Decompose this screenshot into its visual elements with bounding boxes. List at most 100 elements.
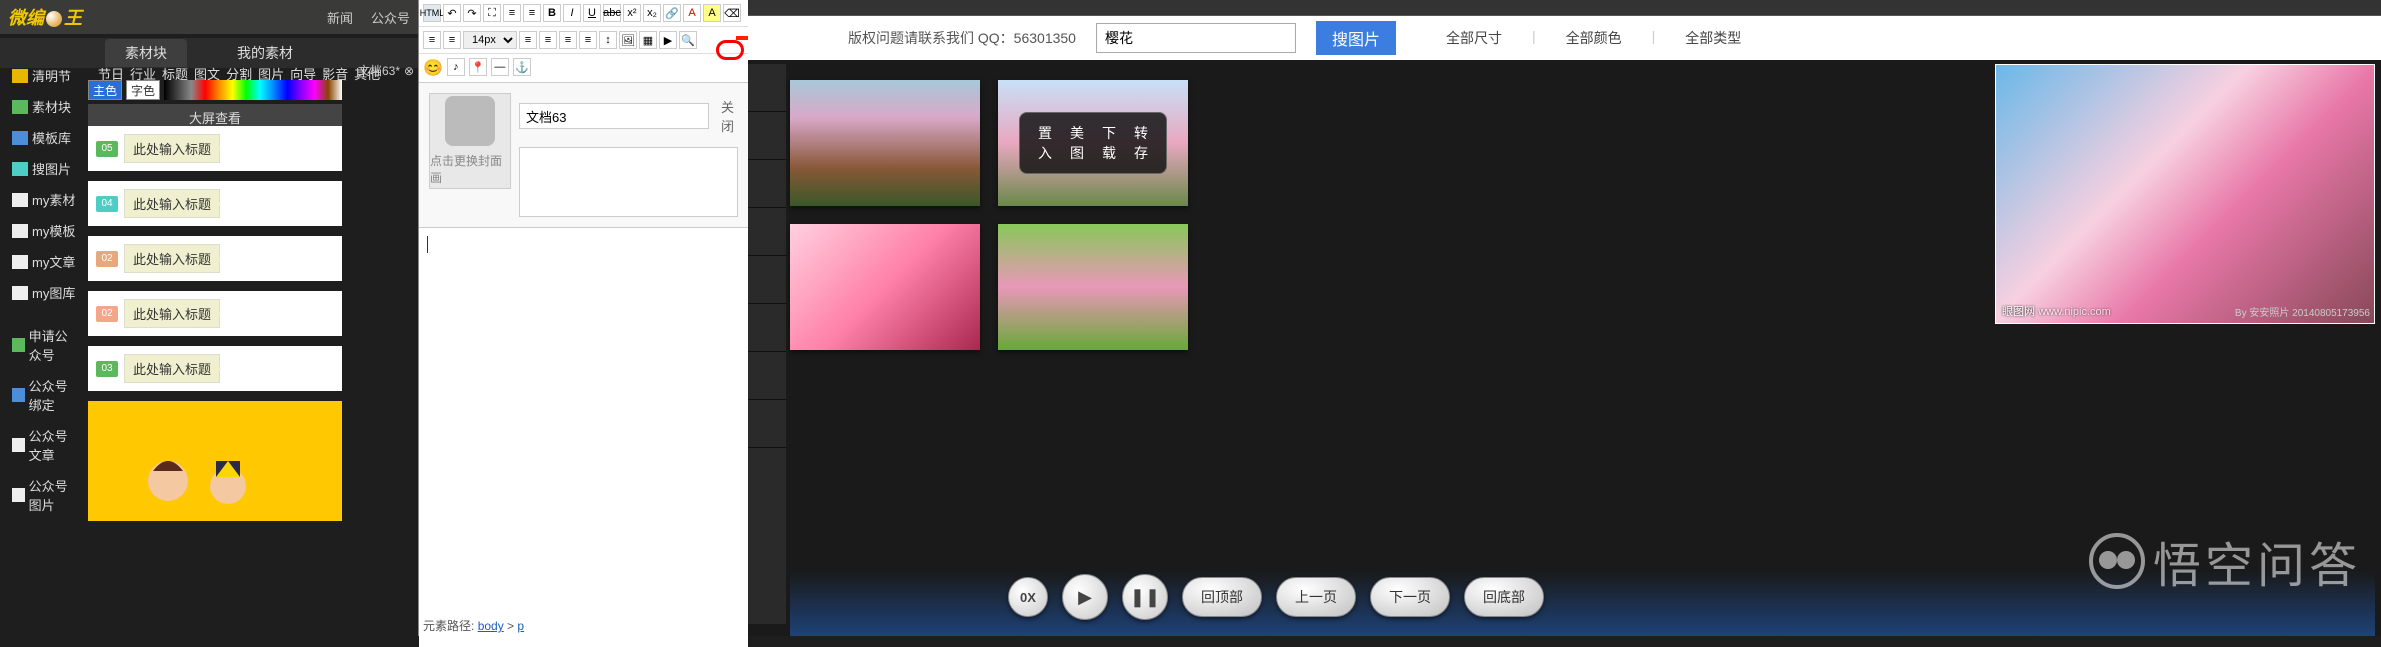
sidebar-item-search-img[interactable]: 搜图片 [8,153,84,184]
action-save[interactable]: 转存 [1134,123,1148,163]
outdent-button[interactable]: ≡ [503,4,521,22]
search-button[interactable]: 搜图片 [1316,21,1396,55]
pause-button[interactable]: ❚❚ [1122,574,1168,620]
cover-hint: 点击更换封面画 [430,152,510,186]
filter-color[interactable]: 全部颜色 [1566,28,1622,48]
action-beautify[interactable]: 美图 [1070,123,1084,163]
font-size-select[interactable]: 14px [463,31,517,49]
fullscreen-button[interactable]: ⛶ [483,4,501,22]
italic-button[interactable]: I [563,4,581,22]
menu-gzh[interactable]: 公众号 [371,8,410,27]
prev-page-button[interactable]: 上一页 [1276,577,1356,617]
editor-toolbar-2: ≡ ≡ 14px ≡ ≡ ≡ ≡ ↕ 🖼 ▦ ▶ 🔍 [419,27,748,54]
goto-bottom-button[interactable]: 回底部 [1464,577,1544,617]
left-thumb-strip[interactable] [748,64,786,624]
close-icon[interactable]: ⊗ [404,64,414,78]
sub-button[interactable]: x₂ [643,4,661,22]
ul-button[interactable]: ≡ [443,31,461,49]
editor-toolbar-1: HTML ↶ ↷ ⛶ ≡ ≡ B I U abc x² x₂ 🔗 A A ⌫ [419,0,748,27]
sidebar-item-apply-gzh[interactable]: 申请公众号 [8,320,84,370]
article-title-input[interactable] [519,103,709,129]
doc-icon [12,255,28,269]
color-palette[interactable] [164,80,342,100]
action-insert[interactable]: 置入 [1038,123,1052,163]
goto-top-button[interactable]: 回顶部 [1182,577,1262,617]
sidebar-label: my图库 [32,283,75,302]
search-bar: 版权问题请联系我们 QQ：56301350 搜图片 全部尺寸| 全部颜色| 全部… [748,16,2381,60]
cover-picker[interactable]: 点击更换封面画 [429,93,511,189]
pager-controls: 0X ▶ ❚❚ 回顶部 上一页 下一页 回底部 [1008,574,1544,620]
result-thumb[interactable] [998,224,1188,350]
music-button[interactable]: ♪ [447,58,465,76]
sidebar-item-my-gallery[interactable]: my图库 [8,277,84,308]
sidebar-item-gzh-image[interactable]: 公众号图片 [8,470,84,520]
sidebar-item-qingming[interactable]: 清明节 [8,60,84,91]
sidebar-item-gzh-article[interactable]: 公众号文章 [8,420,84,470]
sidebar-item-my-material[interactable]: my素材 [8,184,84,215]
underline-button[interactable]: U [583,4,601,22]
search-image-button[interactable]: 🔍 [679,31,697,49]
sidebar-item-my-template[interactable]: my模板 [8,215,84,246]
result-thumb[interactable]: 置入 美图 下载 转存 [998,80,1188,206]
material-item[interactable]: 03此处输入标题 [88,346,342,391]
article-desc-input[interactable] [519,147,738,217]
anchor-button[interactable]: ⚓ [513,58,531,76]
color-tab-main[interactable]: 主色 [88,80,122,100]
editor-content[interactable] [419,227,748,647]
material-item[interactable]: 02此处输入标题 [88,236,342,281]
hr-button[interactable]: — [491,58,509,76]
filter-size[interactable]: 全部尺寸 [1446,28,1502,48]
menu-news[interactable]: 新闻 [327,8,353,27]
align-center-button[interactable]: ≡ [539,31,557,49]
search-input[interactable] [1096,23,1296,53]
material-item[interactable]: 02此处输入标题 [88,291,342,336]
video-button[interactable]: ▶ [659,31,677,49]
elem-path-p[interactable]: p [517,619,524,633]
template-icon [12,131,28,145]
map-button[interactable]: 📍 [469,58,487,76]
bg-color-button[interactable]: A [703,4,721,22]
color-tab-font[interactable]: 字色 [126,80,160,100]
close-button[interactable]: 关闭 [717,93,738,139]
block-icon [12,100,28,114]
link-button[interactable]: 🔗 [663,4,681,22]
sidebar-item-templates[interactable]: 模板库 [8,122,84,153]
sidebar-item-material[interactable]: 素材块 [8,91,84,122]
next-page-button[interactable]: 下一页 [1370,577,1450,617]
material-item[interactable]: 05此处输入标题 [88,126,342,171]
thumb-hover-menu: 置入 美图 下载 转存 [1019,112,1167,174]
undo-button[interactable]: ↶ [443,4,461,22]
action-download[interactable]: 下载 [1102,123,1116,163]
strike-button[interactable]: abc [603,4,621,22]
ol-button[interactable]: ≡ [423,31,441,49]
result-thumb[interactable] [790,224,980,350]
result-thumb[interactable] [790,80,980,206]
clear-format-button[interactable]: ⌫ [723,4,741,22]
image-button[interactable]: 🖼 [619,31,637,49]
doc-tab[interactable]: 文档63* ⊗ [358,62,414,79]
badge: 04 [96,196,118,212]
redo-button[interactable]: ↷ [463,4,481,22]
material-item-graphic[interactable] [88,401,342,521]
elem-path-label: 元素路径: [423,619,474,633]
align-right-button[interactable]: ≡ [559,31,577,49]
speed-button[interactable]: 0X [1008,577,1048,617]
emoji-button[interactable]: 😊 [423,58,443,78]
play-button[interactable]: ▶ [1062,574,1108,620]
line-height-button[interactable]: ↕ [599,31,617,49]
material-text: 此处输入标题 [124,189,220,218]
filter-type[interactable]: 全部类型 [1685,28,1741,48]
table-button[interactable]: ▦ [639,31,657,49]
material-item[interactable]: 04 此处输入标题 [88,181,342,226]
font-color-button[interactable]: A [683,4,701,22]
sup-button[interactable]: x² [623,4,641,22]
large-preview[interactable]: 眼图网 www.nipic.com By 安安照片 20140805173956 [1995,64,2375,324]
indent-button[interactable]: ≡ [523,4,541,22]
elem-path-body[interactable]: body [478,619,504,633]
sidebar-item-my-article[interactable]: my文章 [8,246,84,277]
sidebar-item-bind-gzh[interactable]: 公众号绑定 [8,370,84,420]
align-justify-button[interactable]: ≡ [579,31,597,49]
html-source-button[interactable]: HTML [423,4,441,22]
align-left-button[interactable]: ≡ [519,31,537,49]
bold-button[interactable]: B [543,4,561,22]
